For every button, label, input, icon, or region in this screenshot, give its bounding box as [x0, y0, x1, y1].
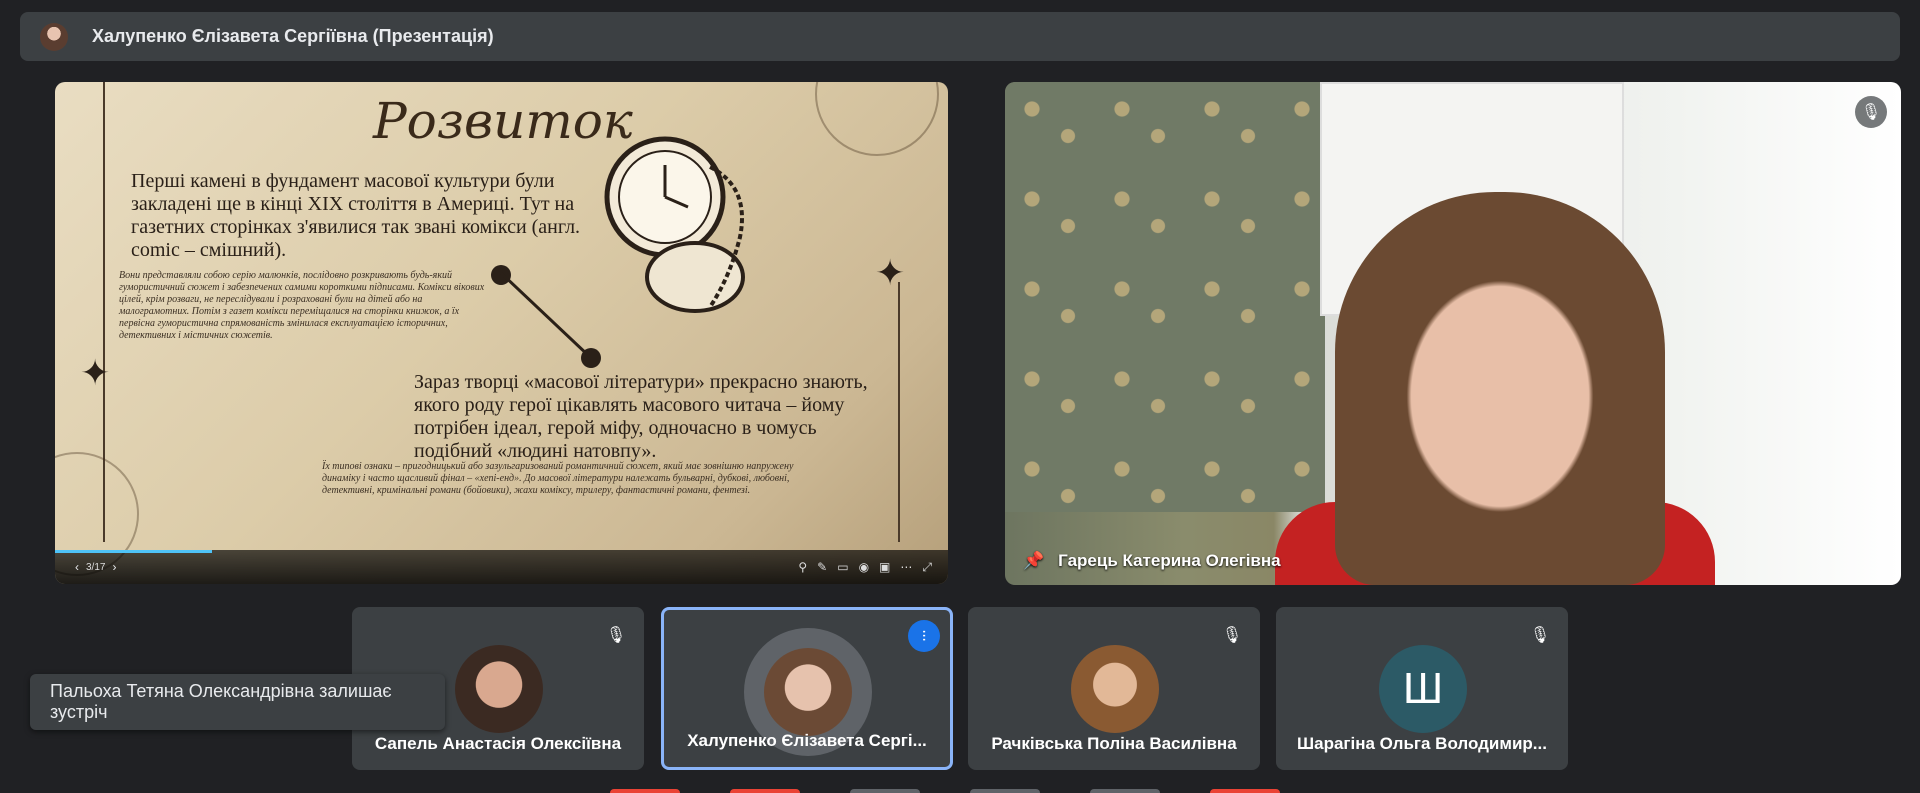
slide-page-indicator: 3/17: [86, 561, 106, 573]
toolbar-button-edge[interactable]: [1210, 789, 1280, 793]
avatar: [764, 648, 852, 736]
presenter-title: Халупенко Єлізавета Сергіївна (Презентац…: [92, 26, 494, 46]
pocket-watch-icon: [604, 136, 745, 313]
presentation-tile[interactable]: ✦ ✦ Розвиток Перші камені в фундамент ма…: [55, 82, 948, 584]
participant-video: [1335, 192, 1665, 585]
next-slide-button[interactable]: ›: [112, 560, 116, 574]
zoom-icon[interactable]: ⚲: [798, 560, 807, 575]
toolbar-button-edge[interactable]: [850, 789, 920, 793]
participant-name: Шарагіна Ольга Володимир...: [1297, 734, 1547, 753]
star-icon: ✦: [875, 252, 906, 293]
background-wallpaper: [1005, 82, 1325, 512]
mic-off-icon: 🎙: [1524, 619, 1556, 651]
prev-slide-button[interactable]: ‹: [75, 560, 79, 574]
mic-off-icon: 🎙: [1216, 619, 1248, 651]
timeline-line: [500, 272, 592, 359]
participant-tile[interactable]: 🎙 Ш Шарагіна Ольга Володимир...: [1276, 607, 1568, 770]
toolbar-button-edge[interactable]: [610, 789, 680, 793]
more-icon[interactable]: ⋯: [900, 560, 912, 575]
slide-note-1: Вони представляли собою серію малюнків, …: [119, 270, 485, 341]
slide-progress-bar: [55, 550, 213, 553]
leave-notification-text: Пальоха Тетяна Олександрівна залишає зус…: [50, 681, 392, 722]
camera-tile[interactable]: 🎙 📌 Гарець Катерина Олегівна: [1005, 82, 1901, 585]
toolbar-button-edge[interactable]: [970, 789, 1040, 793]
slide-paragraph-2: Зараз творці «масової літератури» прекра…: [414, 371, 868, 462]
bottom-toolbar-edge: [610, 789, 1430, 793]
fullscreen-icon[interactable]: ⤢: [922, 560, 932, 575]
participant-name: Рачківська Поліна Василівна: [991, 734, 1237, 753]
slide-note-2: Їх типові ознаки – пригодницький або заз…: [322, 461, 794, 496]
avatar: [1071, 645, 1159, 733]
decorative-flower: [815, 82, 939, 156]
pin-icon[interactable]: 📌: [1023, 551, 1044, 571]
layout-icon[interactable]: ▣: [879, 560, 890, 575]
slide-paragraph-1: Перші камені в фундамент масової культур…: [131, 170, 581, 261]
participant-name: Сапель Анастасія Олексіївна: [374, 734, 622, 753]
slide-controls: ‹ 3/17 › ⚲ ✎ ▭ ◉ ▣ ⋯ ⤢: [55, 550, 948, 584]
mic-off-icon: 🎙: [600, 619, 632, 651]
presenter-bar: Халупенко Єлізавета Сергіївна (Презентац…: [20, 12, 1900, 61]
slide-divider-line: [898, 282, 900, 542]
presenter-avatar: [40, 22, 68, 51]
toolbar-button-edge[interactable]: [730, 789, 800, 793]
speaking-indicator-icon: ⫶: [908, 620, 940, 652]
camera-participant-label: Гарець Катерина Олегівна: [1058, 551, 1281, 570]
participant-name: Халупенко Єлізавета Сергі...: [687, 731, 927, 750]
toolbar-button-edge[interactable]: [1090, 789, 1160, 793]
participant-tile-active[interactable]: ⫶ Халупенко Єлізавета Сергі...: [661, 607, 953, 770]
avatar: [455, 645, 543, 733]
captions-icon[interactable]: ▭: [837, 560, 848, 575]
star-icon: ✦: [80, 352, 111, 393]
avatar-initial: Ш: [1379, 645, 1467, 733]
participant-tile[interactable]: 🎙 Рачківська Поліна Василівна: [968, 607, 1260, 770]
broadcast-icon[interactable]: ◉: [859, 560, 869, 575]
pointer-icon[interactable]: ✎: [817, 560, 827, 575]
slide-heading: Розвиток: [373, 92, 633, 150]
mic-off-icon: 🎙: [1855, 96, 1887, 128]
camera-participant-name: 📌 Гарець Катерина Олегівна: [1023, 551, 1281, 571]
leave-notification: Пальоха Тетяна Олександрівна залишає зус…: [30, 674, 445, 730]
